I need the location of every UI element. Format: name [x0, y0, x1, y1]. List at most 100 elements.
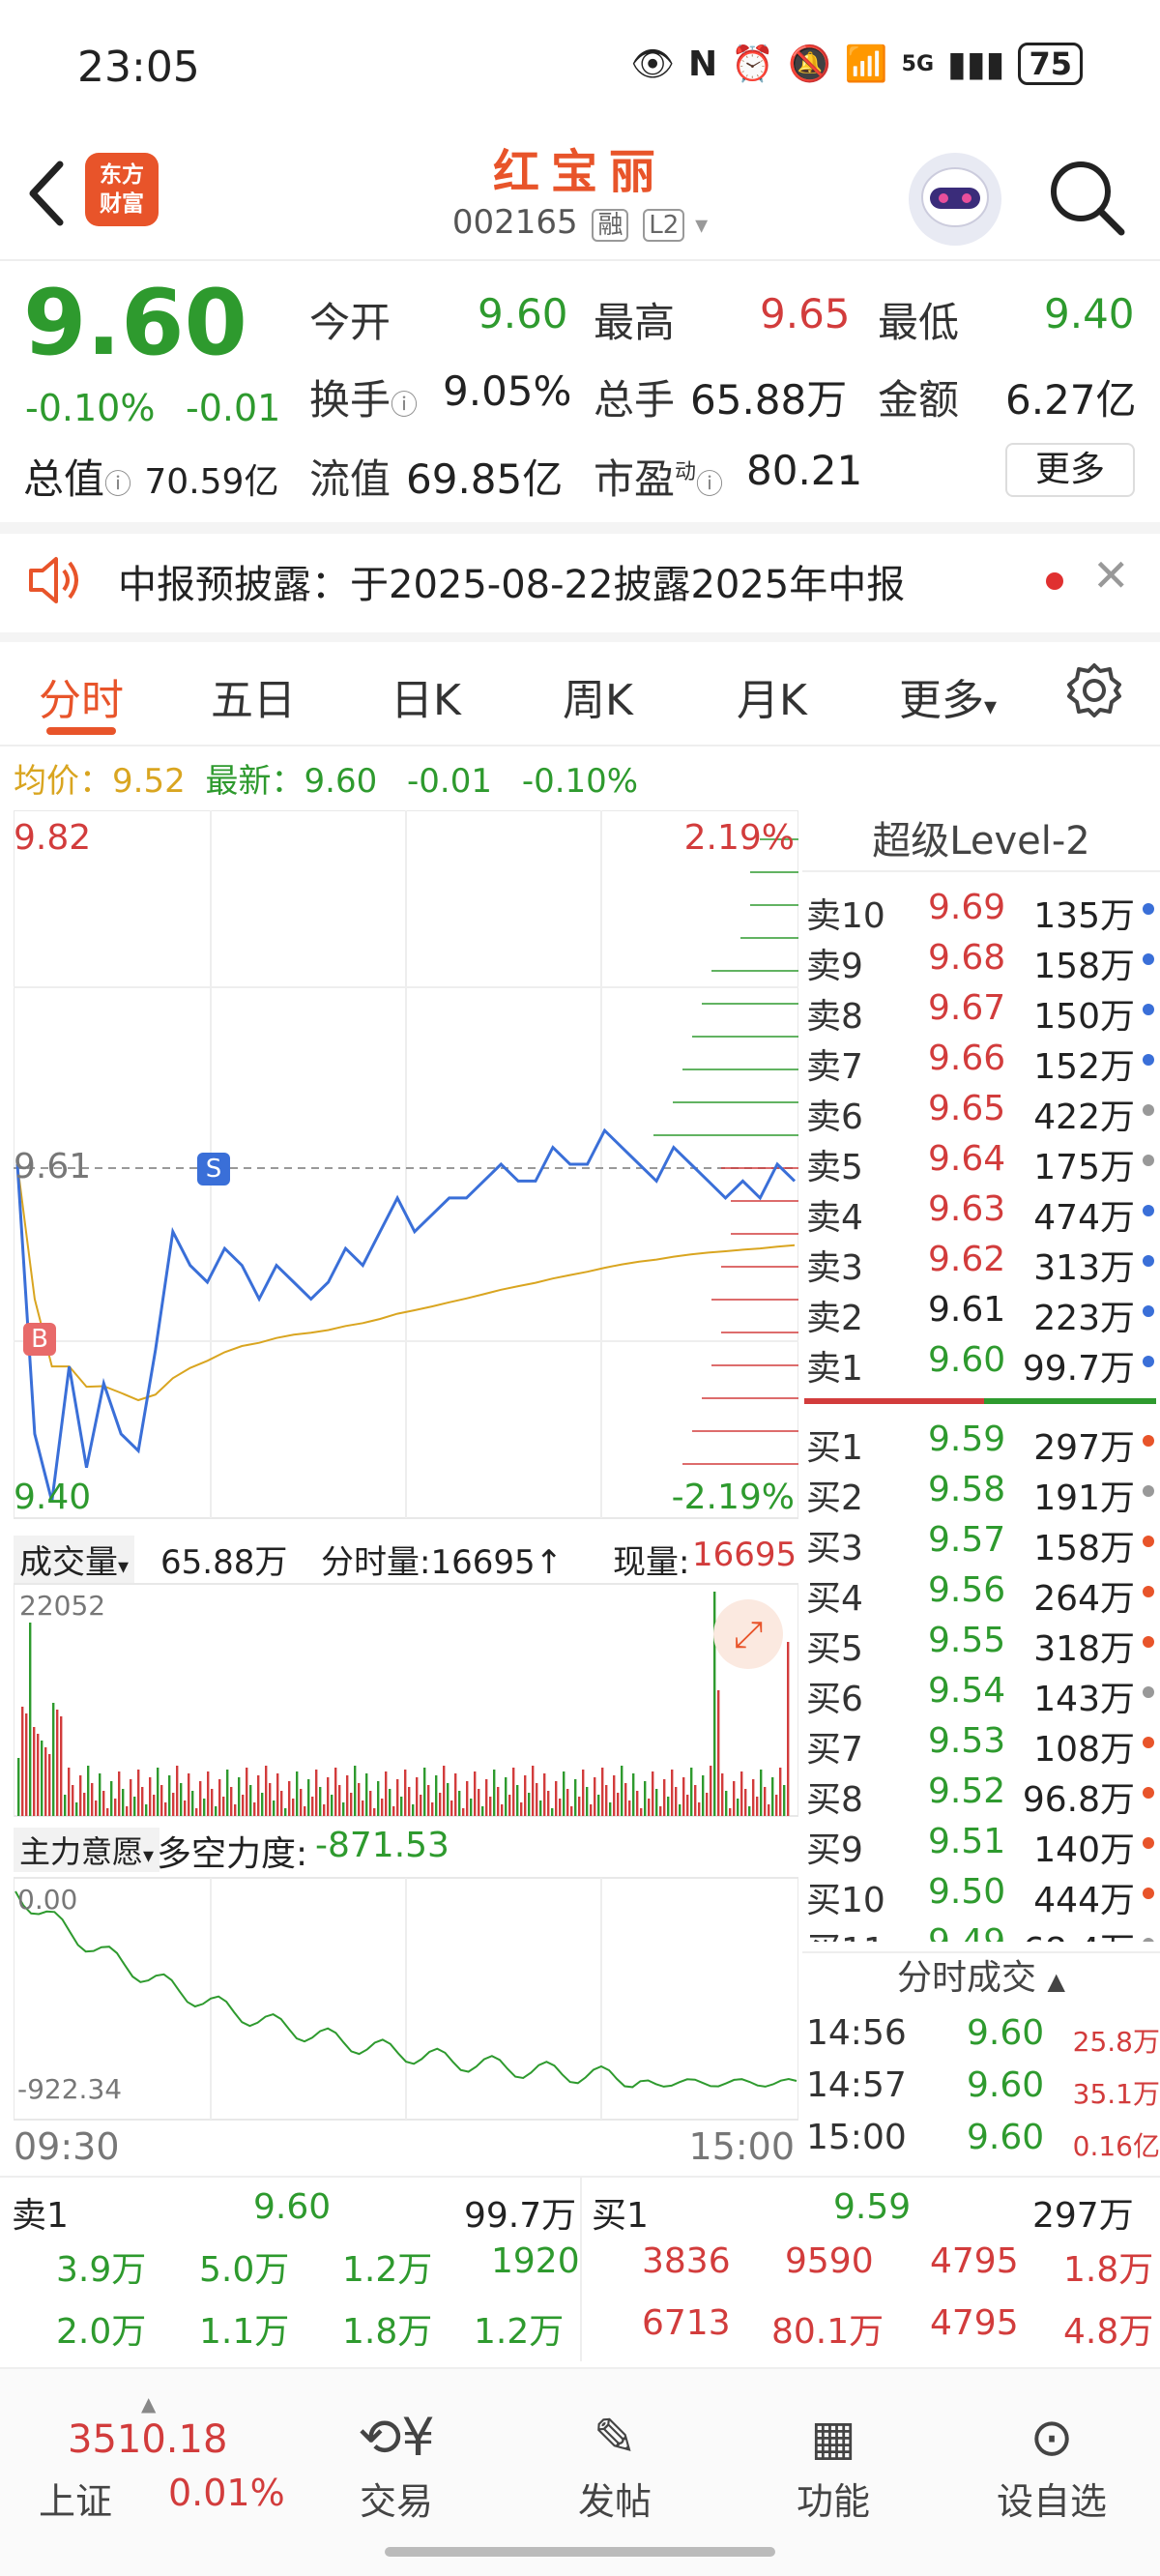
tab-more[interactable]: 更多▾ — [899, 665, 997, 727]
flow-top-label: 0.00 — [17, 1884, 78, 1916]
more-button[interactable]: 更多 — [1005, 443, 1135, 497]
mute-icon: 🔕 — [788, 44, 831, 84]
ask-row[interactable]: 卖10 9.69 135万 — [802, 882, 1160, 936]
bid-volume: 191万 — [1033, 1478, 1135, 1518]
ask-dot — [1143, 1255, 1154, 1267]
search-icon[interactable] — [1044, 155, 1131, 242]
bottom-nav: ▲ 3510.18 上证 0.01% ⟲¥ 交易 ✎ 发帖 ▦ 功能 ⊙ 设自选 — [0, 2367, 1160, 2576]
volume-bar — [628, 1800, 631, 1816]
bid-row[interactable]: 买7 9.53 108万 — [802, 1715, 1160, 1770]
volume-bar — [679, 1804, 682, 1816]
tab-daily-k[interactable]: 日K — [391, 665, 461, 727]
nav-post[interactable]: ✎ 发帖 — [547, 2404, 682, 2525]
tab-five-day[interactable]: 五日 — [211, 665, 296, 727]
ask-volume: 175万 — [1033, 1148, 1135, 1187]
ask-dot — [1143, 903, 1154, 915]
active-tab-underline — [46, 727, 116, 735]
ask-volume: 135万 — [1033, 896, 1135, 936]
close-icon[interactable]: ✕ — [1092, 549, 1130, 601]
volume-bar — [234, 1804, 237, 1816]
volume-bar — [474, 1771, 477, 1816]
info-icon[interactable]: ⓘ — [391, 389, 418, 421]
volume-bar — [327, 1777, 330, 1816]
volume-bar — [188, 1773, 190, 1816]
nav-functions[interactable]: ▦ 功能 — [766, 2404, 901, 2525]
caret-up-icon: ▲ — [1047, 1968, 1065, 1995]
bid-row[interactable]: 买5 9.55 318万 — [802, 1615, 1160, 1669]
volume-indicator-select[interactable]: 成交量▾ — [14, 1536, 135, 1583]
index-ticker[interactable]: ▲ 3510.18 上证 0.01% — [29, 2392, 319, 2523]
volume-bar — [485, 1779, 488, 1816]
volume-bar — [253, 1802, 256, 1816]
volume-bar — [172, 1793, 175, 1816]
volume-bar — [717, 1690, 720, 1816]
ask-row[interactable]: 卖6 9.65 422万 — [802, 1083, 1160, 1137]
tab-intraday[interactable]: 分时 — [39, 665, 124, 727]
ask-row[interactable]: 卖2 9.61 223万 — [802, 1284, 1160, 1338]
ask-row[interactable]: 卖3 9.62 313万 — [802, 1234, 1160, 1288]
volume-label: 成交量 — [19, 1543, 118, 1582]
ask-strength-bar — [804, 1398, 984, 1404]
bid-row[interactable]: 买3 9.57 158万 — [802, 1514, 1160, 1568]
expand-icon[interactable]: ⤢ — [713, 1599, 783, 1669]
time-start: 09:30 — [14, 2125, 120, 2168]
volume-bar — [644, 1781, 647, 1816]
assistant-avatar[interactable] — [909, 153, 1001, 246]
depth-bars — [653, 838, 798, 1465]
bid-row[interactable]: 买10 9.50 444万 — [802, 1866, 1160, 1920]
queue-cell: 4795 — [930, 2241, 1019, 2281]
bid-row[interactable]: 买6 9.54 143万 — [802, 1665, 1160, 1719]
queue-cell: 1.8万 — [1063, 2250, 1154, 2290]
bid-dot — [1143, 1485, 1154, 1497]
info-icon[interactable]: ⓘ — [696, 468, 723, 500]
flow-force-label: 多空力度: — [157, 1834, 308, 1874]
flow-indicator-select[interactable]: 主力意愿▾ — [14, 1828, 160, 1872]
ask-price: 9.65 — [928, 1089, 1006, 1128]
bid-dot — [1143, 1536, 1154, 1547]
ask-row[interactable]: 卖4 9.63 474万 — [802, 1184, 1160, 1238]
buy-marker[interactable]: B — [23, 1323, 56, 1356]
bid-price: 9.52 — [928, 1771, 1006, 1811]
ask-row[interactable]: 卖7 9.66 152万 — [802, 1033, 1160, 1087]
nav-watchlist[interactable]: ⊙ 设自选 — [984, 2404, 1119, 2525]
bid-label: 买1 — [806, 1428, 863, 1468]
ask-row[interactable]: 卖1 9.60 99.7万 — [802, 1334, 1160, 1389]
level-tag: L2 — [643, 209, 685, 242]
trades-title[interactable]: 分时成交 ▲ — [802, 1951, 1160, 2002]
volume-bar — [102, 1791, 105, 1816]
ask-row[interactable]: 卖9 9.68 158万 — [802, 932, 1160, 986]
dropdown-icon[interactable]: ▾ — [695, 211, 708, 240]
trade-volume: 35.1万 — [1072, 2078, 1160, 2110]
nav-trade[interactable]: ⟲¥ 交易 — [329, 2404, 464, 2525]
tab-monthly-k[interactable]: 月K — [737, 665, 807, 727]
volume-bar — [547, 1791, 550, 1816]
sell-marker[interactable]: S — [197, 1153, 230, 1186]
info-icon[interactable]: ⓘ — [104, 468, 131, 500]
volume-bar — [454, 1773, 457, 1816]
tab-weekly-k[interactable]: 周K — [563, 665, 633, 727]
bid-row[interactable]: 买1 9.59 297万 — [802, 1414, 1160, 1468]
ask-row[interactable]: 卖8 9.67 150万 — [802, 982, 1160, 1037]
bid-row[interactable]: 买2 9.58 191万 — [802, 1464, 1160, 1518]
volume-bar — [400, 1797, 403, 1816]
bid-row[interactable]: 买9 9.51 140万 — [802, 1816, 1160, 1870]
ask-row[interactable]: 卖5 9.64 175万 — [802, 1133, 1160, 1187]
intraday-chart[interactable]: 9.82 9.61 9.40 2.19% -2.19% S B 成交量▾ 65.… — [13, 809, 799, 2176]
caret-down-icon: ▾ — [984, 692, 998, 721]
settings-gear-icon[interactable] — [1065, 661, 1123, 719]
level2-title[interactable]: 超级Level-2 — [802, 810, 1160, 872]
bid-price: 9.49 — [928, 1922, 1005, 1942]
bid-row[interactable]: 买8 9.52 96.8万 — [802, 1766, 1160, 1820]
notice-bar[interactable]: 中报预披露：于2025-08-22披露2025年中报 ✕ — [0, 530, 1160, 630]
bid-row[interactable]: 买4 9.56 264万 — [802, 1565, 1160, 1619]
volume-bar — [41, 1741, 44, 1816]
open-value: 9.60 — [478, 290, 568, 337]
ask-dot — [1143, 1305, 1154, 1317]
bid-row[interactable]: 买11 9.49 68.4万 — [802, 1917, 1160, 1942]
notice-text: 中报预披露：于2025-08-22披露2025年中报 — [118, 563, 906, 607]
volume-bar — [211, 1789, 214, 1816]
caret-up-icon: ▲ — [141, 2392, 157, 2415]
index-value: 3510.18 — [68, 2417, 228, 2462]
network-label: 5G — [901, 51, 935, 76]
volume-bar — [609, 1802, 612, 1816]
